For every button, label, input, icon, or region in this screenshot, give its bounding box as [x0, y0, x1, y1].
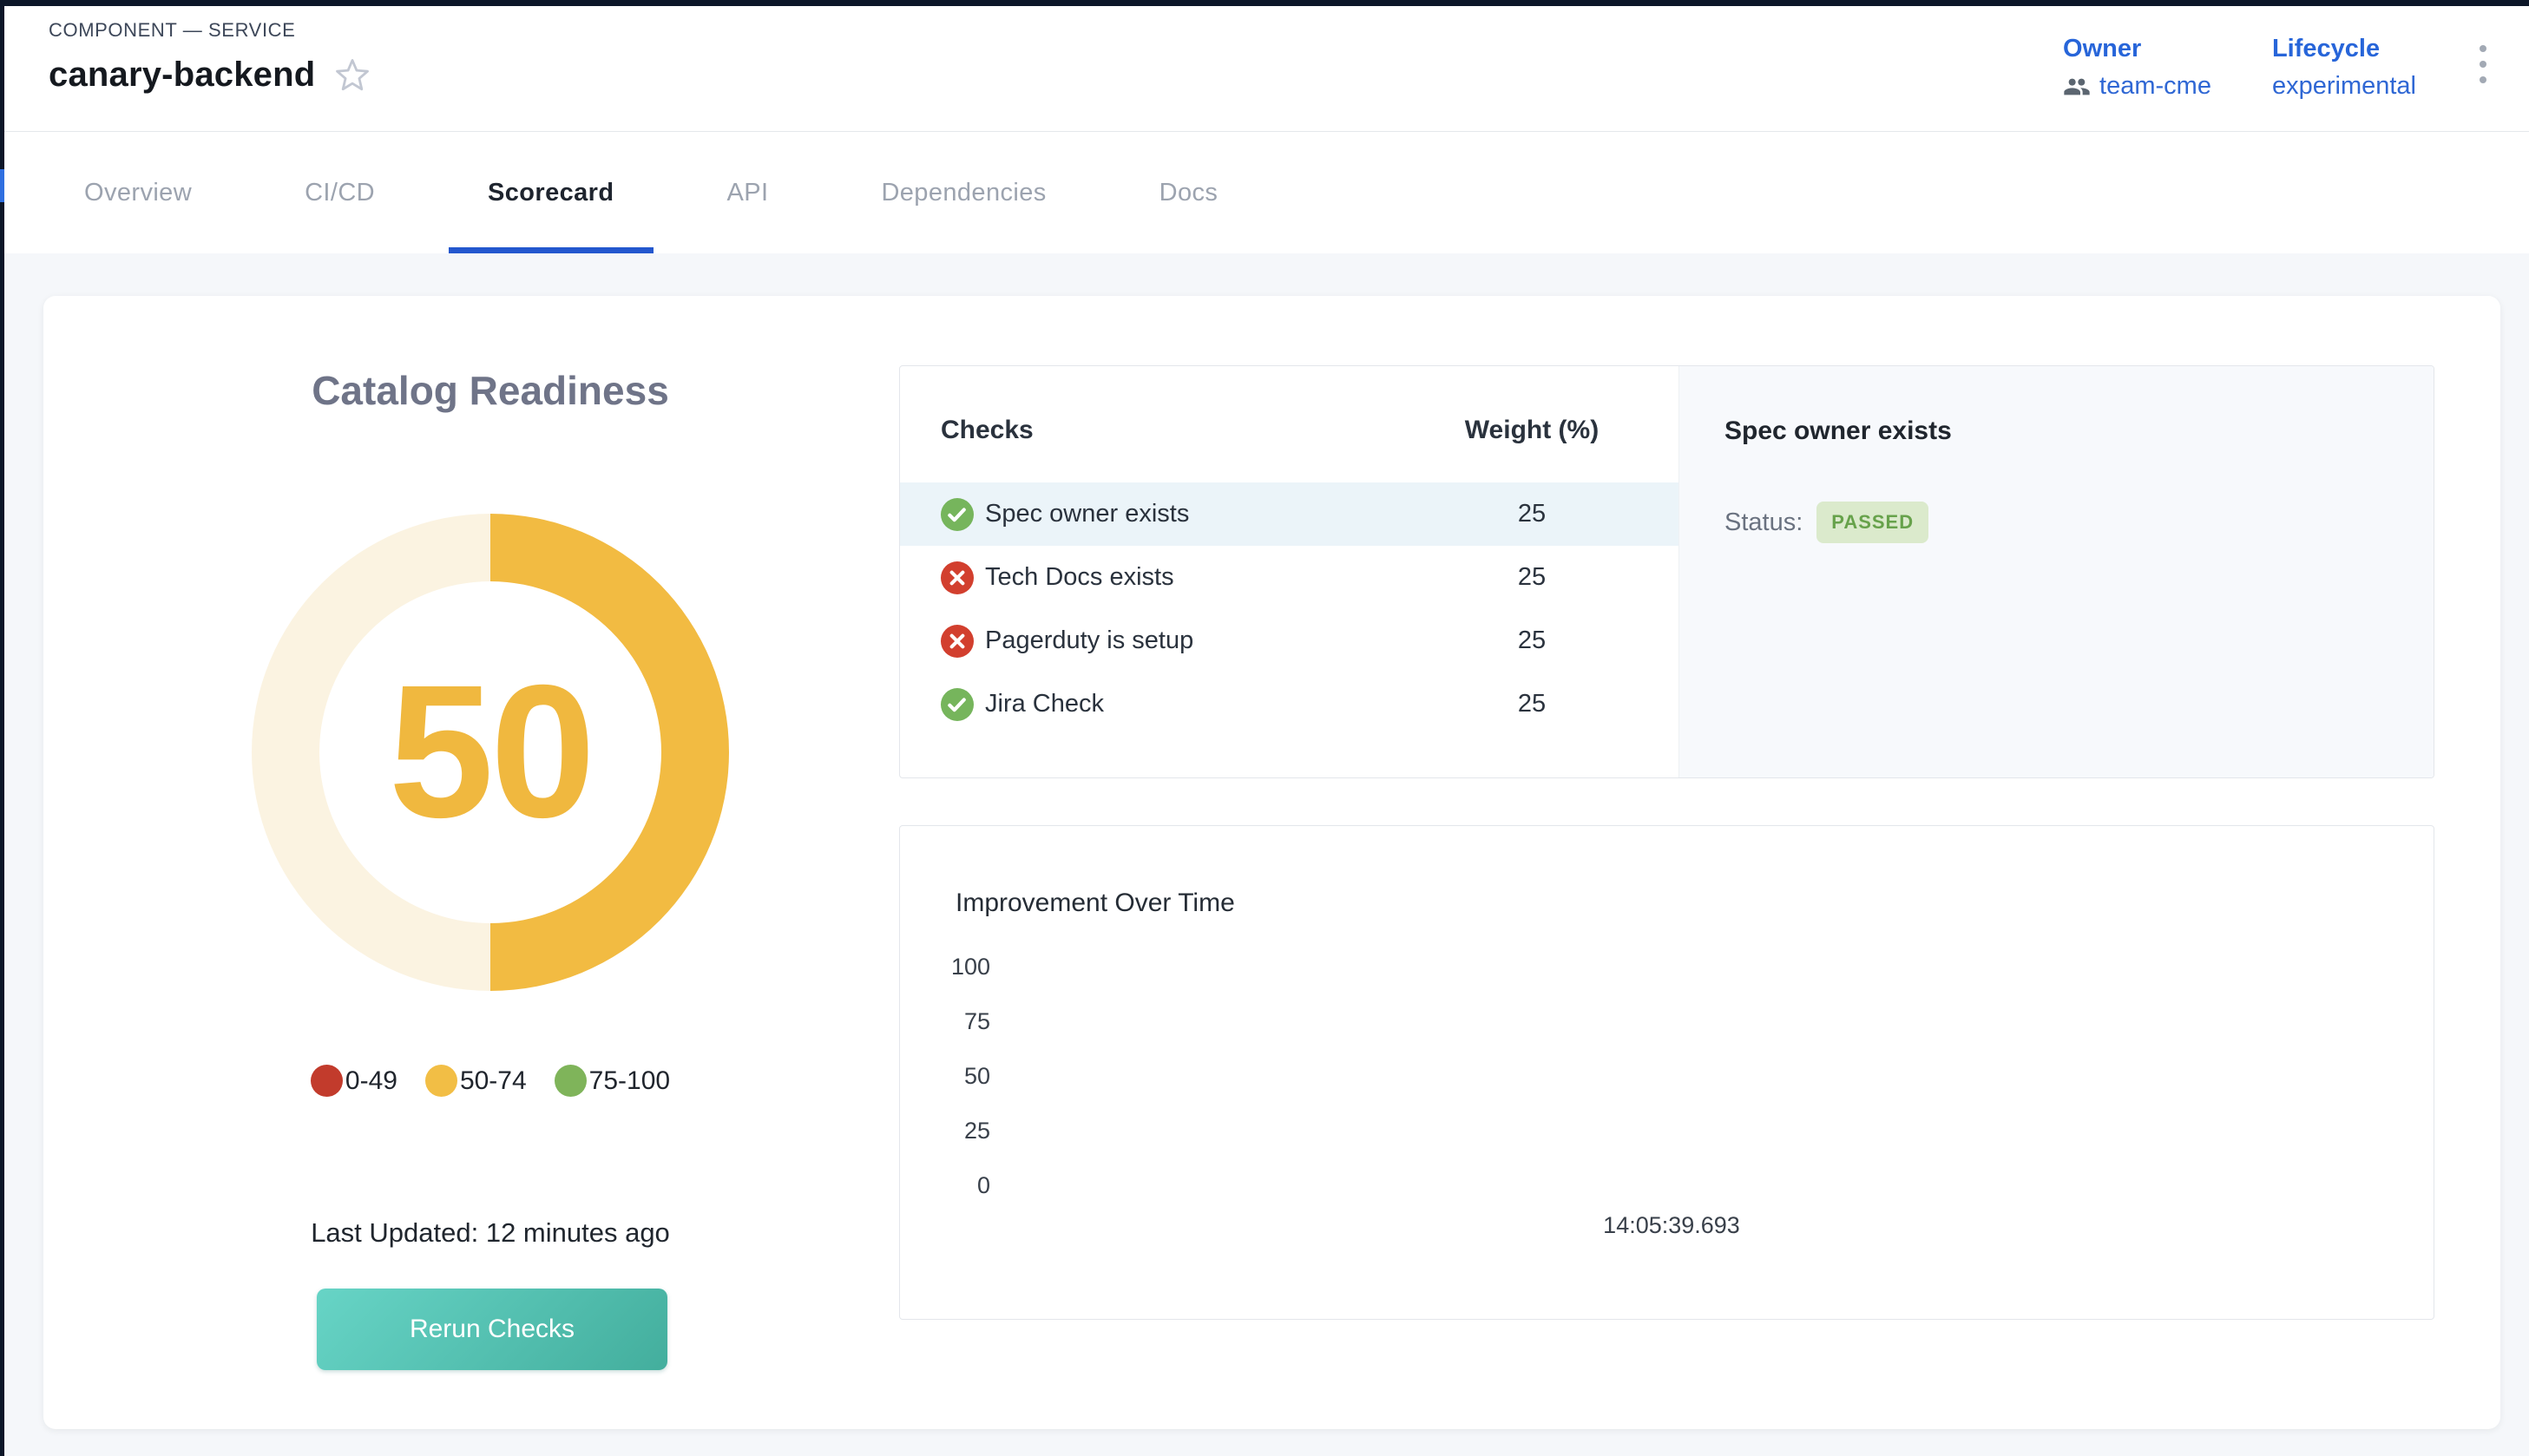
owner-link[interactable]: team-cme — [2099, 72, 2211, 101]
improvement-chart-panel: Improvement Over Time 100 75 50 25 0 14:… — [899, 825, 2434, 1320]
weight-column-header: Weight (%) — [1406, 416, 1658, 445]
y-tick: 0 — [900, 1172, 990, 1199]
x-tick: 14:05:39.693 — [1603, 1212, 1740, 1239]
page-content: Catalog Readiness 50 0-49 50-74 7 — [0, 253, 2529, 1456]
check-failed-icon — [941, 561, 974, 594]
tab-cicd[interactable]: CI/CD — [305, 133, 375, 253]
lifecycle-value: experimental — [2272, 72, 2416, 101]
window-left-edge — [0, 0, 4, 1456]
y-tick: 75 — [900, 1008, 990, 1035]
legend-dot-yellow — [425, 1065, 457, 1097]
scorecard-card: Catalog Readiness 50 0-49 50-74 7 — [43, 296, 2500, 1429]
owner-label: Owner — [2063, 35, 2211, 63]
checks-list: Checks Weight (%) Spec owner exists 25 — [900, 366, 1678, 777]
entity-header-right: Owner team-cme Lifecycle experimental — [2063, 0, 2529, 131]
legend-dot-red — [311, 1065, 343, 1097]
gauge-legend: 0-49 50-74 75-100 — [43, 1065, 937, 1097]
legend-label-low: 0-49 — [345, 1066, 397, 1096]
y-tick: 25 — [900, 1118, 990, 1144]
tab-api[interactable]: API — [726, 133, 768, 253]
check-label: Pagerduty is setup — [985, 626, 1193, 655]
check-status-line: Status: PASSED — [1724, 502, 2434, 543]
check-row-spec-owner[interactable]: Spec owner exists 25 — [900, 482, 1678, 546]
check-row-pagerduty[interactable]: Pagerduty is setup 25 — [900, 609, 1678, 672]
check-passed-icon — [941, 688, 974, 721]
tab-scorecard[interactable]: Scorecard — [488, 133, 614, 253]
check-row-main: Jira Check — [900, 688, 1406, 721]
legend-label-mid: 50-74 — [460, 1066, 527, 1096]
check-weight: 25 — [1406, 626, 1658, 655]
check-label: Spec owner exists — [985, 500, 1189, 528]
status-badge: PASSED — [1816, 502, 1928, 543]
rerun-checks-button[interactable]: Rerun Checks — [317, 1289, 667, 1370]
checks-panel: Checks Weight (%) Spec owner exists 25 — [899, 365, 2434, 778]
check-row-jira[interactable]: Jira Check 25 — [900, 672, 1678, 736]
lifecycle-meta: Lifecycle experimental — [2272, 35, 2416, 101]
legend-item-mid: 50-74 — [425, 1065, 527, 1097]
tab-dependencies[interactable]: Dependencies — [881, 133, 1046, 253]
check-row-main: Tech Docs exists — [900, 561, 1406, 594]
favorite-star-icon[interactable] — [334, 57, 371, 94]
legend-dot-green — [555, 1065, 587, 1097]
legend-item-high: 75-100 — [555, 1065, 670, 1097]
check-label: Tech Docs exists — [985, 563, 1174, 592]
check-detail-panel: Spec owner exists Status: PASSED — [1678, 366, 2434, 777]
owner-value[interactable]: team-cme — [2063, 72, 2211, 101]
window-left-accent — [0, 169, 4, 202]
title-row: canary-backend — [49, 56, 371, 95]
check-detail-title: Spec owner exists — [1724, 416, 2434, 446]
status-label: Status: — [1724, 508, 1803, 537]
check-row-main: Spec owner exists — [900, 498, 1406, 531]
last-updated-text: Last Updated: 12 minutes ago — [43, 1217, 937, 1249]
app-window: COMPONENT — SERVICE canary-backend Owner… — [0, 0, 2529, 1456]
checks-column-header: Checks — [900, 416, 1406, 445]
check-weight: 25 — [1406, 563, 1658, 592]
entity-header: COMPONENT — SERVICE canary-backend Owner… — [0, 0, 2529, 132]
chart-y-axis: 100 75 50 25 0 — [900, 826, 990, 1319]
check-label: Jira Check — [985, 690, 1104, 718]
y-tick: 50 — [900, 1063, 990, 1090]
gauge-column: Catalog Readiness 50 0-49 50-74 7 — [43, 296, 937, 1429]
check-failed-icon — [941, 625, 974, 658]
legend-label-high: 75-100 — [589, 1066, 670, 1096]
chart-title: Improvement Over Time — [956, 889, 1235, 918]
breadcrumb: COMPONENT — SERVICE — [49, 19, 371, 42]
window-top-edge — [0, 0, 2529, 6]
entity-tabs: Overview CI/CD Scorecard API Dependencie… — [0, 133, 2529, 253]
check-row-main: Pagerduty is setup — [900, 625, 1406, 658]
scorecard-title: Catalog Readiness — [43, 367, 937, 414]
check-row-tech-docs[interactable]: Tech Docs exists 25 — [900, 546, 1678, 609]
tab-overview[interactable]: Overview — [84, 133, 192, 253]
kebab-menu-icon[interactable] — [2477, 35, 2489, 83]
check-passed-icon — [941, 498, 974, 531]
owner-meta: Owner team-cme — [2063, 35, 2211, 101]
check-weight: 25 — [1406, 690, 1658, 718]
legend-item-low: 0-49 — [311, 1065, 397, 1097]
check-weight: 25 — [1406, 500, 1658, 528]
entity-header-left: COMPONENT — SERVICE canary-backend — [0, 0, 371, 131]
tab-docs[interactable]: Docs — [1159, 133, 1219, 253]
people-icon — [2063, 73, 2091, 101]
lifecycle-label: Lifecycle — [2272, 35, 2416, 63]
readiness-gauge: 50 — [252, 514, 729, 991]
gauge-score-value: 50 — [252, 514, 729, 991]
checks-header-row: Checks Weight (%) — [900, 378, 1678, 482]
y-tick: 100 — [900, 954, 990, 981]
page-title: canary-backend — [49, 56, 315, 95]
